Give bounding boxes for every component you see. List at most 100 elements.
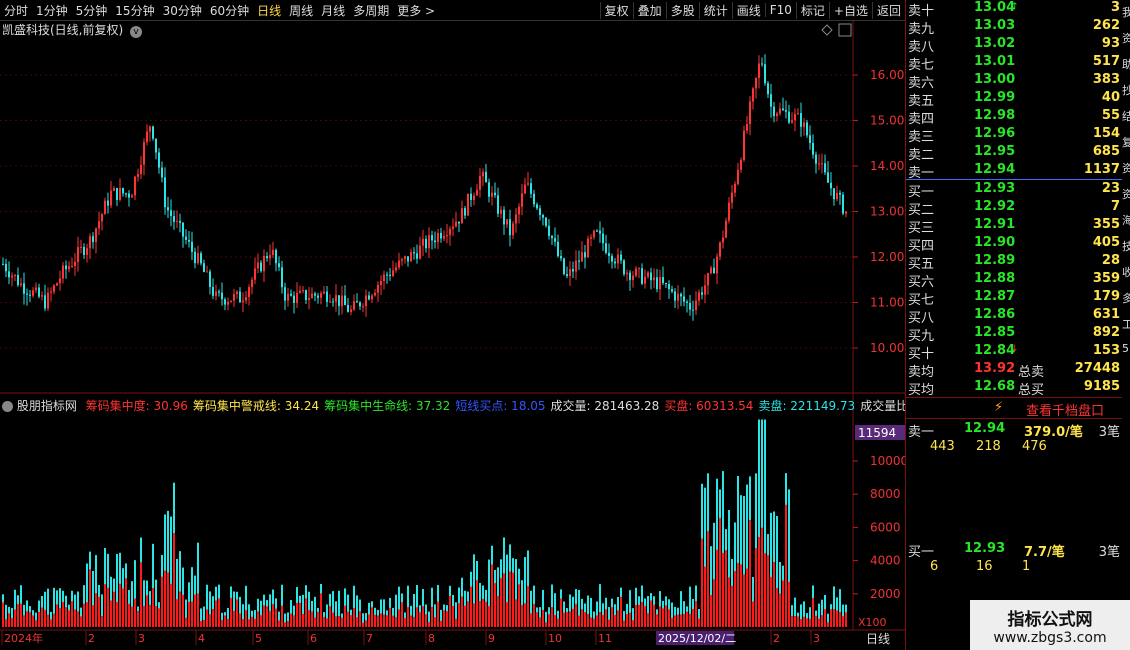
candle-body (677, 293, 679, 301)
candle-body (356, 301, 358, 303)
candle-body (587, 238, 589, 258)
order-level-label: 卖五 (908, 94, 935, 109)
time-tick-label: 11 (598, 632, 612, 645)
buy-volume-bar (86, 602, 88, 627)
candle-body (554, 238, 556, 242)
candle-body (755, 77, 757, 89)
buy-volume-bar (596, 615, 598, 627)
chevron-down-icon[interactable] (2, 401, 13, 412)
candle-body (836, 192, 838, 200)
candle-body (776, 113, 778, 117)
order-price: 12.89 (974, 253, 1016, 268)
candle-body (506, 219, 508, 225)
buy-volume-bar (443, 610, 445, 627)
candle-body (623, 260, 625, 275)
candle-body (671, 289, 673, 292)
candle-body (536, 204, 538, 209)
candle-body (794, 114, 796, 121)
candle-body (317, 295, 319, 298)
buy-volume-bar (536, 612, 538, 627)
buy-volume-bar (569, 611, 571, 627)
candle-body (539, 208, 541, 215)
candle-body (503, 209, 505, 225)
order-price: 12.91 (974, 217, 1016, 232)
buy-volume-bar (26, 611, 28, 627)
buy-volume-bar (278, 620, 280, 627)
indicator-value: 买盘: 60313.54 (664, 399, 754, 413)
candle-body (254, 268, 256, 280)
buy-volume-bar (242, 619, 244, 627)
buy-volume-bar (314, 617, 316, 627)
candle-body (311, 293, 313, 299)
candle-body (479, 176, 481, 190)
candle-body (467, 193, 469, 216)
buy-volume-bar (674, 615, 676, 627)
avg-buy-row: 买均 12.68 总买 9185 (908, 379, 1122, 398)
buy-volume-bar (377, 615, 379, 627)
candle-body (8, 271, 10, 278)
buy-volume-bar (251, 616, 253, 627)
buy-volume-bar (437, 601, 439, 627)
candle-body (650, 272, 652, 281)
volume-tick-label: 2000 (870, 587, 901, 601)
order-level-label: 卖六 (908, 76, 935, 91)
buy-volume-bar (104, 584, 106, 627)
thousand-level-button[interactable]: 查看千档盘口 (1026, 400, 1104, 419)
buy-volume-bar (794, 616, 796, 627)
buy-volume-bar (518, 584, 520, 627)
candle-body (572, 269, 574, 272)
period-label: 日线 (866, 632, 890, 646)
buy-volume-bar (293, 615, 295, 627)
candle-body (461, 208, 463, 224)
order-price: 12.96 (974, 126, 1016, 141)
candle-body (833, 188, 835, 200)
buy-volume-bar (317, 611, 319, 627)
avg-sell-price: 13.92 (974, 361, 1016, 376)
buy-volume-bar (575, 604, 577, 627)
buy-volume-bar (17, 604, 19, 627)
buy-volume-bar (392, 615, 394, 627)
candle-body (170, 210, 172, 217)
buy-volume-bar (545, 622, 547, 627)
buy-volume-bar (668, 609, 670, 627)
candle-body (326, 291, 328, 302)
candle-body (290, 293, 292, 296)
panel-divider (906, 418, 1122, 419)
buy-volume-bar (821, 615, 823, 627)
buy-volume-bar (68, 610, 70, 627)
buy-volume-bar (41, 607, 43, 627)
buy-volume-bar (110, 600, 112, 627)
buy-volume-bar (368, 614, 370, 627)
buy-volume-bar (539, 617, 541, 627)
buy-volume-bar (254, 618, 256, 627)
buy-volume-bar (563, 612, 565, 627)
kline-chart[interactable]: 16.0015.0014.0013.0012.0011.0010.0011594… (0, 0, 905, 650)
buy-volume-bar (182, 594, 184, 627)
avg-buy-price: 12.68 (974, 379, 1016, 394)
candle-body (734, 183, 736, 193)
up-arrow-icon: ↑ (1011, 2, 1019, 12)
candle-body (659, 277, 661, 290)
buy-volume-bar (323, 617, 325, 627)
buy-volume-bar (524, 603, 526, 627)
candle-body (770, 94, 772, 107)
candle-body (407, 256, 409, 262)
candle-body (71, 266, 73, 268)
panel-divider (906, 397, 1122, 398)
buy-volume-bar (773, 562, 775, 627)
candle-body (638, 268, 640, 270)
buy-volume-bar (710, 594, 712, 627)
candle-body (47, 292, 49, 309)
candle-body (20, 283, 22, 286)
side-text: 我 (1122, 6, 1130, 19)
buy-volume-bar (698, 618, 700, 627)
buy-volume-bar (107, 587, 109, 627)
buy-volume-bar (59, 608, 61, 627)
cursor-date-label: 2025/12/02/二 (658, 632, 736, 645)
total-buy-value: 9185 (1083, 379, 1120, 394)
order-level-label: 卖十 (908, 4, 935, 19)
buy-volume-bar (35, 620, 37, 627)
candle-body (32, 290, 34, 296)
buy-volume-bar (14, 609, 16, 627)
buy-volume-bar (80, 616, 82, 627)
